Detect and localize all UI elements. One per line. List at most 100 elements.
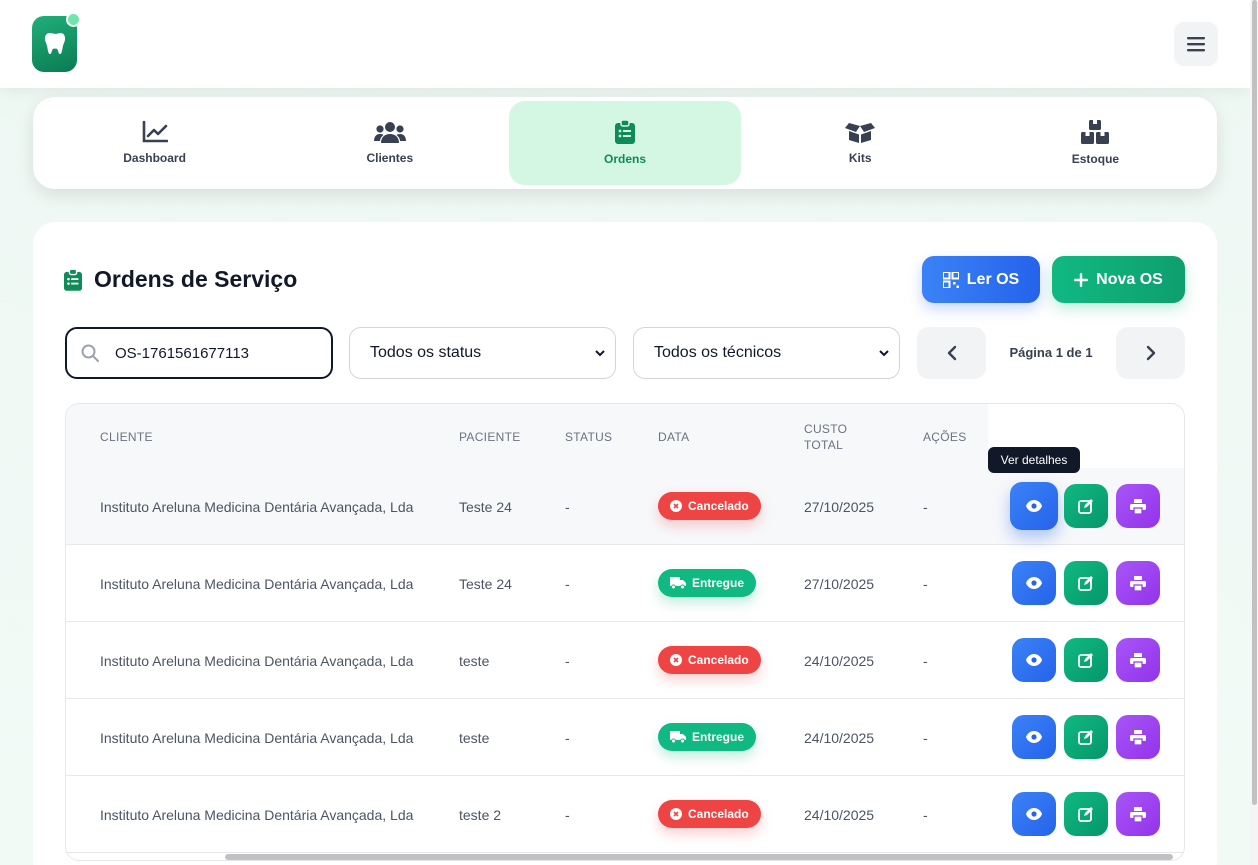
search-input[interactable] — [115, 344, 315, 362]
prev-page-button[interactable] — [917, 327, 986, 379]
header-status: STATUS — [565, 430, 613, 444]
table-row[interactable]: Instituto Areluna Medicina Dentária Avan… — [66, 776, 1184, 853]
edit-icon — [1078, 576, 1093, 591]
status-select-value: Todos os status — [370, 344, 482, 361]
times-circle-icon — [670, 500, 682, 512]
edit-button[interactable] — [1064, 484, 1108, 528]
cell-status: - — [565, 807, 570, 823]
times-circle-icon — [670, 808, 682, 820]
print-icon — [1130, 729, 1146, 745]
cell-data: 24/10/2025 — [804, 653, 875, 669]
status-badge: Cancelado — [658, 492, 761, 520]
edit-button[interactable] — [1064, 638, 1108, 682]
cell-data: 24/10/2025 — [804, 730, 875, 746]
tooltip-ver-detalhes: Ver detalhes — [988, 447, 1080, 473]
cell-paciente: teste — [459, 653, 490, 669]
status-badge-label: Cancelado — [688, 807, 749, 821]
print-button[interactable] — [1116, 561, 1160, 605]
print-icon — [1130, 575, 1146, 591]
menu-button[interactable] — [1174, 22, 1218, 66]
header-paciente: PACIENTE — [459, 430, 521, 444]
table-row[interactable]: Instituto Areluna Medicina Dentária Avan… — [66, 545, 1184, 622]
status-dot — [66, 12, 81, 27]
table-row[interactable]: Instituto Areluna Medicina Dentária Avan… — [66, 468, 1184, 545]
nav-item-kits[interactable]: Kits — [745, 101, 976, 185]
view-button[interactable] — [1010, 482, 1058, 530]
cell-status: - — [565, 653, 570, 669]
ler-os-button[interactable]: Ler OS — [922, 256, 1040, 303]
qrcode-icon — [942, 271, 959, 288]
next-page-button[interactable] — [1116, 327, 1185, 379]
nav-label-ordens: Ordens — [604, 152, 647, 166]
tecnico-select[interactable]: Todos os técnicos — [633, 327, 900, 379]
print-button[interactable] — [1116, 638, 1160, 682]
view-button[interactable] — [1012, 715, 1056, 759]
cell-paciente: Teste 24 — [459, 576, 512, 592]
edit-icon — [1078, 807, 1093, 822]
cell-data: 27/10/2025 — [804, 499, 875, 515]
table-row[interactable]: Instituto Areluna Medicina Dentária Avan… — [66, 622, 1184, 699]
box-open-icon — [845, 123, 876, 143]
header-cliente: CLIENTE — [100, 430, 153, 444]
view-button[interactable] — [1012, 561, 1056, 605]
truck-icon — [670, 577, 686, 589]
cell-paciente: teste — [459, 730, 490, 746]
edit-icon — [1078, 499, 1093, 514]
nova-os-button[interactable]: Nova OS — [1052, 256, 1185, 303]
times-circle-icon — [670, 654, 682, 666]
print-button[interactable] — [1116, 484, 1160, 528]
table-row[interactable]: Instituto Areluna Medicina Dentária Avan… — [66, 699, 1184, 776]
eye-icon — [1026, 577, 1042, 589]
print-button[interactable] — [1116, 715, 1160, 759]
print-icon — [1130, 498, 1146, 514]
chevron-right-icon — [1146, 345, 1155, 361]
nav-item-ordens[interactable]: Ordens — [509, 101, 741, 185]
cell-custo: - — [923, 730, 928, 746]
status-badge-label: Cancelado — [688, 499, 749, 513]
nav-item-dashboard[interactable]: Dashboard — [39, 101, 270, 185]
status-select[interactable]: Todos os status — [349, 327, 616, 379]
boxes-icon — [1081, 120, 1110, 144]
horizontal-scrollbar-thumb[interactable] — [225, 854, 1173, 860]
nav-label-clientes: Clientes — [366, 151, 414, 165]
table-header: CLIENTE PACIENTE STATUS DATA CUSTO TOTAL… — [66, 404, 988, 468]
chart-line-icon — [142, 121, 168, 143]
plus-icon — [1074, 272, 1089, 287]
cell-cliente: Instituto Areluna Medicina Dentária Avan… — [100, 653, 414, 669]
nav-item-clientes[interactable]: Clientes — [274, 101, 505, 185]
hamburger-icon — [1187, 37, 1205, 52]
cell-data: 27/10/2025 — [804, 576, 875, 592]
cell-paciente: teste 2 — [459, 807, 502, 823]
edit-button[interactable] — [1064, 792, 1108, 836]
status-badge-label: Entregue — [692, 730, 745, 744]
print-button[interactable] — [1116, 792, 1160, 836]
chevron-down-icon — [595, 350, 605, 357]
cell-data: 24/10/2025 — [804, 807, 875, 823]
nova-os-label: Nova OS — [1096, 270, 1163, 288]
page-title: Ordens de Serviço — [94, 266, 298, 292]
cell-custo: - — [923, 653, 928, 669]
header-custo-line1: CUSTO — [804, 422, 848, 436]
vertical-scrollbar-thumb[interactable] — [1252, 0, 1257, 805]
cell-cliente: Instituto Areluna Medicina Dentária Avan… — [100, 807, 414, 823]
eye-icon — [1026, 808, 1042, 820]
view-button[interactable] — [1012, 792, 1056, 836]
edit-button[interactable] — [1064, 715, 1108, 759]
eye-icon — [1026, 731, 1042, 743]
status-badge: Entregue — [658, 569, 757, 597]
print-icon — [1130, 806, 1146, 822]
header-data: DATA — [658, 430, 690, 444]
status-badge: Cancelado — [658, 800, 761, 828]
view-button[interactable] — [1012, 638, 1056, 682]
status-badge-label: Cancelado — [688, 653, 749, 667]
nav-item-estoque[interactable]: Estoque — [980, 101, 1211, 185]
cell-custo: - — [923, 576, 928, 592]
search-icon — [81, 344, 99, 362]
nav-label-kits: Kits — [848, 151, 872, 165]
cell-status: - — [565, 499, 570, 515]
cell-custo: - — [923, 807, 928, 823]
top-bar — [0, 0, 1250, 88]
pagination-text: Página 1 de 1 — [1009, 345, 1093, 360]
nav-label-dashboard: Dashboard — [123, 151, 186, 165]
edit-button[interactable] — [1064, 561, 1108, 605]
